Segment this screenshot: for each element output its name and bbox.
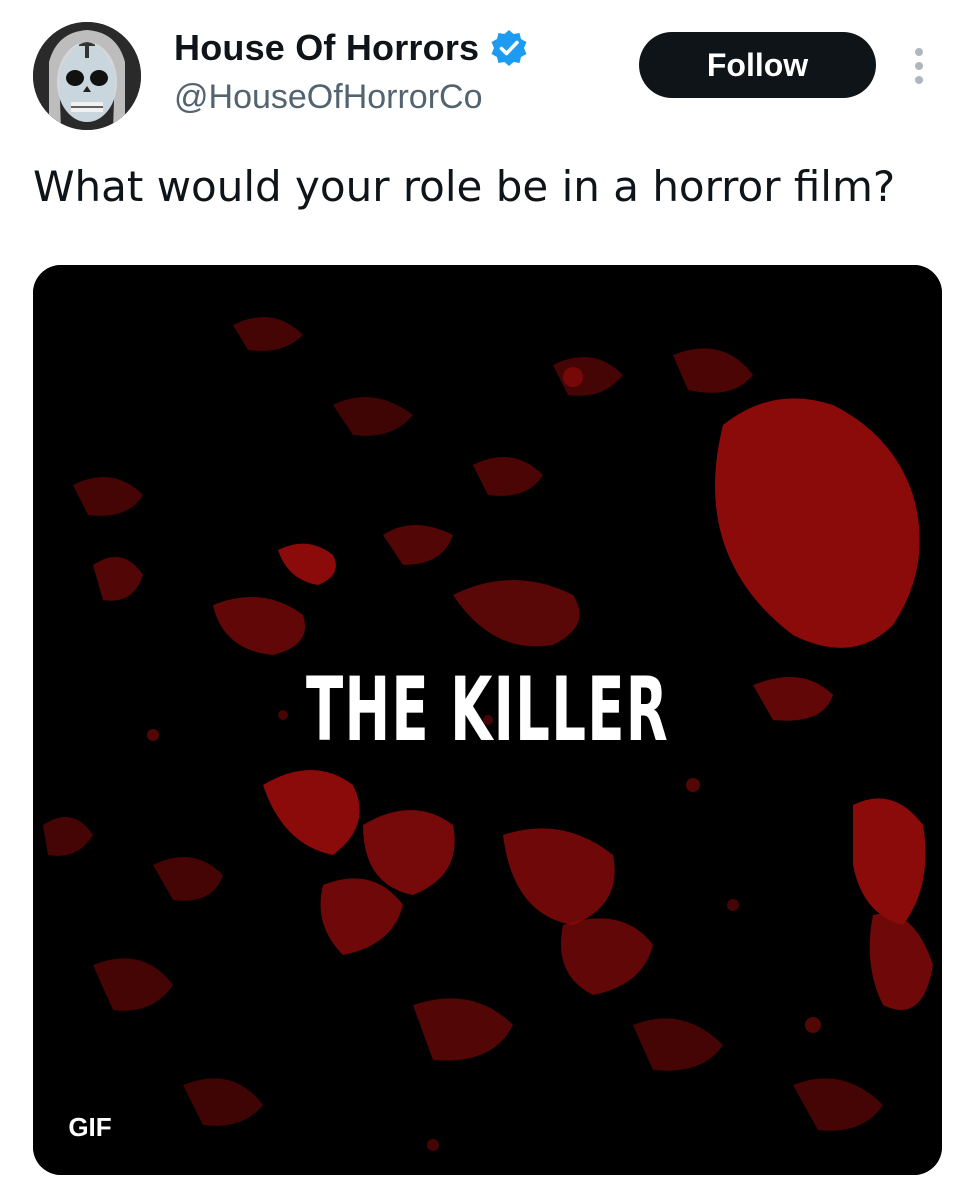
media-overlay-text: THE KILLER: [306, 658, 669, 761]
follow-button[interactable]: Follow: [639, 32, 876, 98]
more-options-icon[interactable]: [904, 44, 934, 88]
skull-face-avatar-icon: [33, 22, 141, 130]
post-text: What would your role be in a horror film…: [33, 162, 896, 211]
account-handle[interactable]: @HouseOfHorrorCo: [174, 78, 483, 117]
name-row: House Of Horrors: [174, 26, 529, 70]
more-dot: [915, 62, 923, 70]
more-dot: [915, 48, 923, 56]
post-media-gif[interactable]: THE KILLER GIF: [33, 265, 942, 1175]
more-dot: [915, 76, 923, 84]
verified-badge-icon: [489, 28, 529, 68]
avatar[interactable]: [33, 22, 141, 130]
gif-badge: GIF: [55, 1105, 125, 1149]
display-name[interactable]: House Of Horrors: [174, 27, 479, 69]
post-header: House Of Horrors @HouseOfHorrorCo Follow: [0, 0, 974, 140]
